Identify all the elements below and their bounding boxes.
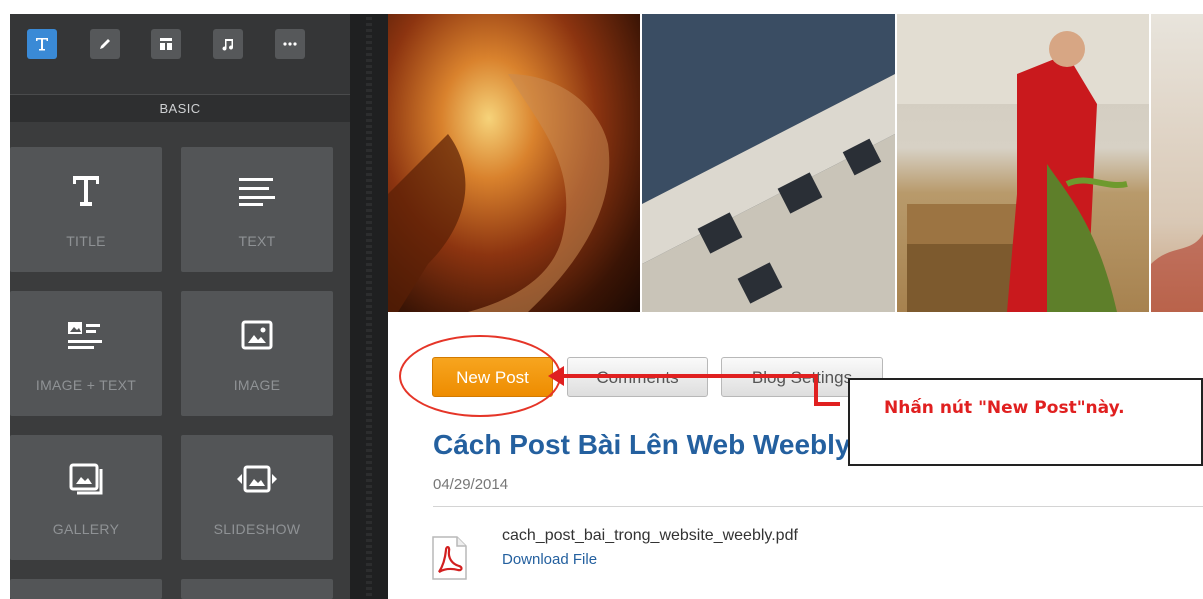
header-photo-audience (642, 14, 895, 312)
tile-slideshow-label: SLIDESHOW (213, 521, 301, 537)
image-icon (241, 320, 273, 350)
title-t-icon (73, 176, 99, 206)
element-tiles: TITLE TEXT IMAGE + TEXT IMAGE GALLERY SL… (10, 122, 350, 599)
annotation-arrow (548, 366, 840, 406)
more-tools-button[interactable] (275, 29, 305, 59)
tile-gallery-label: GALLERY (52, 521, 120, 537)
tile-image-text[interactable]: IMAGE + TEXT (10, 291, 162, 416)
music-note-icon (222, 39, 234, 51)
image-text-icon (68, 322, 102, 349)
tile-image-text-label: IMAGE + TEXT (35, 377, 137, 393)
header-photo-edge (1151, 14, 1203, 312)
header-photo-priest (897, 14, 1149, 312)
pdf-icon (432, 536, 467, 580)
annotation-circle (399, 335, 561, 417)
annotation-callout: Nhấn nút "New Post"này. (848, 378, 1203, 466)
layout-icon (160, 38, 172, 50)
editor-toolbar (10, 14, 350, 94)
post-date: 04/29/2014 (433, 476, 509, 493)
text-tool-button[interactable] (27, 29, 57, 59)
download-file-link[interactable]: Download File (502, 551, 597, 568)
tile-gallery[interactable]: GALLERY (10, 435, 162, 560)
tile-image[interactable]: IMAGE (181, 291, 333, 416)
design-tool-button[interactable] (90, 29, 120, 59)
tile-slideshow[interactable]: SLIDESHOW (181, 435, 333, 560)
slideshow-icon (237, 465, 277, 493)
annotation-text: Nhấn nút "New Post"này. (884, 398, 1125, 418)
post-divider (433, 506, 1203, 507)
more-dots-icon (283, 42, 297, 46)
text-tool-icon (36, 38, 48, 51)
editor-sidebar: BASIC TITLE TEXT IMAGE + TEXT IMAGE GALL… (10, 14, 350, 599)
gallery-icon (69, 463, 103, 495)
media-tool-button[interactable] (213, 29, 243, 59)
tile-partial-2[interactable] (181, 579, 333, 599)
tile-title-label: TITLE (66, 233, 106, 249)
text-lines-icon (239, 178, 275, 206)
tile-image-label: IMAGE (233, 377, 281, 393)
layout-tool-button[interactable] (151, 29, 181, 59)
tile-text[interactable]: TEXT (181, 147, 333, 272)
tile-title[interactable]: TITLE (10, 147, 162, 272)
header-photo-fire (388, 14, 640, 312)
attachment-file-name: cach_post_bai_trong_website_weebly.pdf (502, 527, 798, 544)
post-title[interactable]: Cách Post Bài Lên Web Weebly (433, 429, 851, 461)
section-label-basic: BASIC (10, 94, 350, 124)
panel-divider (350, 14, 388, 599)
tile-text-label: TEXT (238, 233, 276, 249)
tile-partial-1[interactable] (10, 579, 162, 599)
pencil-icon (100, 39, 110, 49)
